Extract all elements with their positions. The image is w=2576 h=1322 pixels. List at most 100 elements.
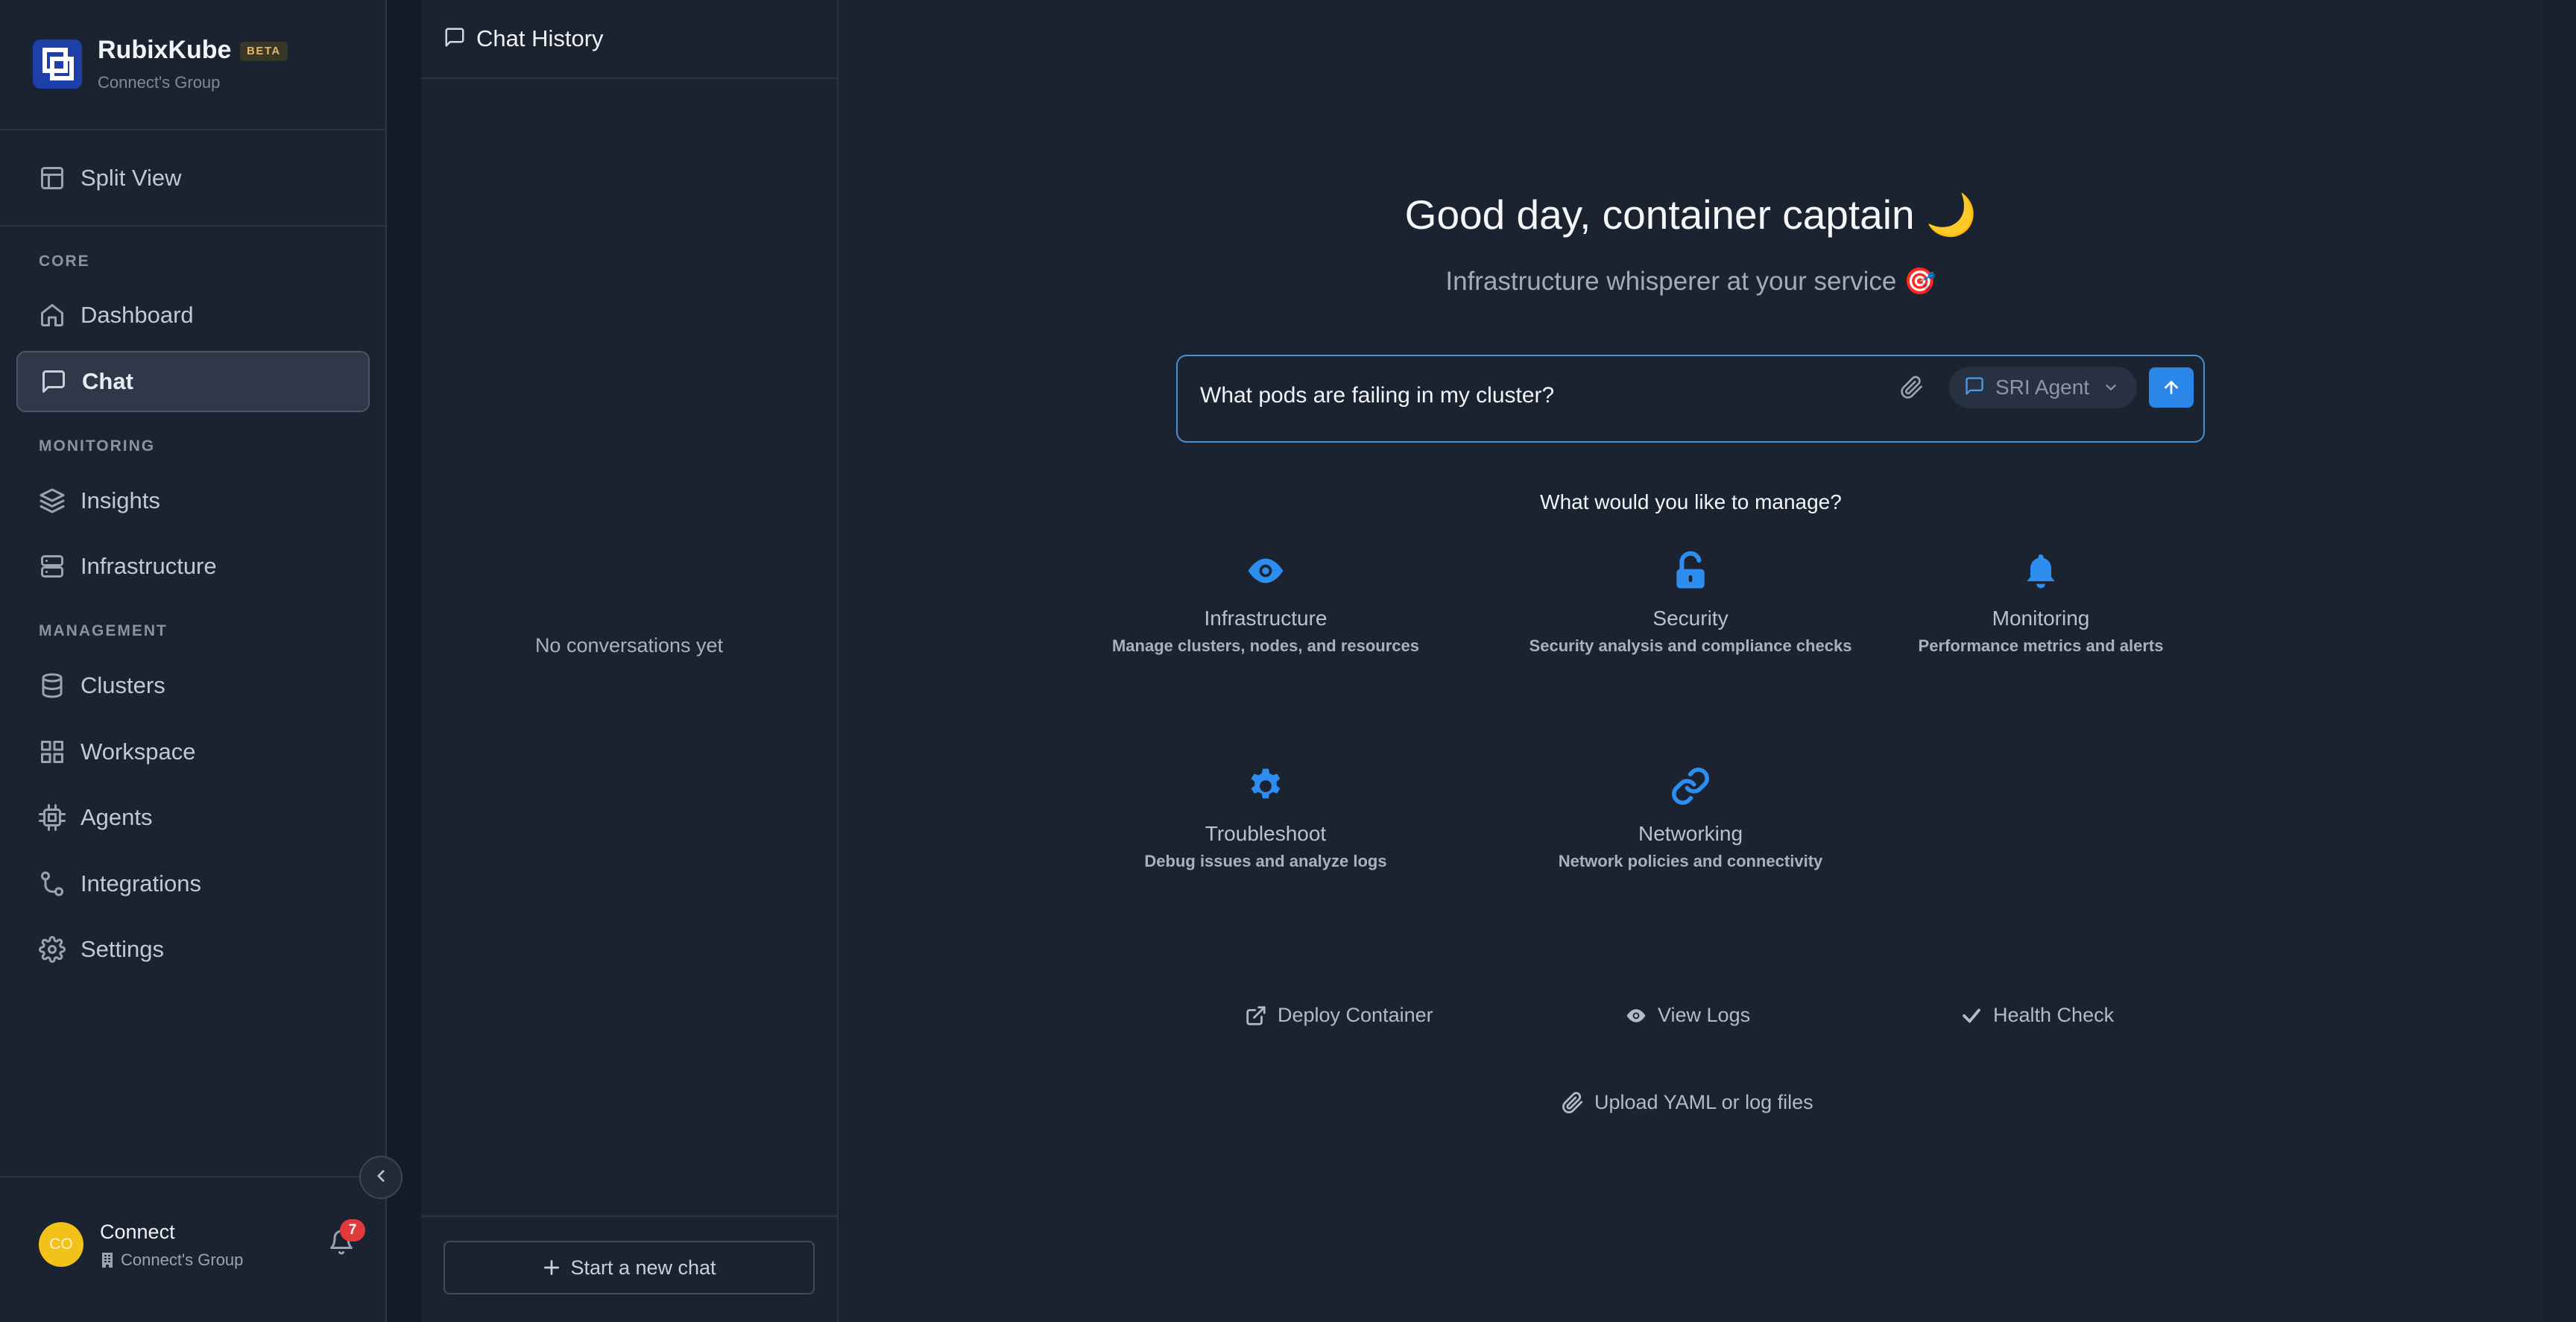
sidebar-item-label: Infrastructure <box>80 553 217 579</box>
split-view-button[interactable]: Split View <box>16 151 370 206</box>
card-title: Troubleshoot <box>1205 822 1327 845</box>
deploy-container-label: Deploy Container <box>1278 1004 1433 1026</box>
chat-icon <box>1964 376 1985 400</box>
divider <box>0 225 385 227</box>
sidebar-item-label: Chat <box>82 368 133 394</box>
card-description: Debug issues and analyze logs <box>1144 852 1387 870</box>
paperclip-icon[interactable] <box>1900 376 1924 399</box>
sidebar-item-settings[interactable]: Settings <box>16 919 370 980</box>
sidebar-item-label: Dashboard <box>80 302 194 328</box>
collapse-sidebar-button[interactable] <box>359 1156 402 1199</box>
database-icon <box>39 672 66 699</box>
health-check-button[interactable]: Health Check <box>1960 1004 2114 1027</box>
health-check-label: Health Check <box>1993 1004 2115 1026</box>
brand-header: RubixKube BETA Connect's Group <box>0 0 385 130</box>
user-name: Connect <box>100 1221 175 1243</box>
section-title-management: MANAGEMENT <box>39 622 168 639</box>
card-description: Network policies and connectivity <box>1558 852 1823 870</box>
layout-icon <box>39 165 66 192</box>
split-view-label: Split View <box>80 165 182 191</box>
upload-files-label: Upload YAML or log files <box>1594 1091 1813 1113</box>
rubixkube-logo-icon[interactable] <box>33 39 82 89</box>
card-description: Security analysis and compliance checks <box>1529 636 1852 655</box>
building-icon <box>100 1252 115 1268</box>
card-title: Monitoring <box>1992 607 2090 630</box>
route-icon <box>39 870 66 897</box>
sidebar-item-insights[interactable]: Insights <box>16 470 370 531</box>
link-icon <box>1670 765 1711 807</box>
start-new-chat-button[interactable]: Start a new chat <box>443 1241 815 1294</box>
card-security[interactable]: Security Security analysis and complianc… <box>1519 550 1862 669</box>
upload-files-button[interactable]: Upload YAML or log files <box>1562 1091 1813 1114</box>
card-infrastructure[interactable]: Infrastructure Manage clusters, nodes, a… <box>1094 550 1437 669</box>
cpu-icon <box>39 804 66 831</box>
arrow-up-icon <box>2165 381 2178 394</box>
sidebar-item-label: Insights <box>80 487 160 513</box>
eye-icon <box>1626 1008 1646 1022</box>
chat-history-header: Chat History <box>421 0 837 79</box>
card-monitoring[interactable]: Monitoring Performance metrics and alert… <box>1869 550 2212 669</box>
agent-selector[interactable]: SRI Agent <box>1949 367 2137 408</box>
user-group-label: Connect's Group <box>121 1250 244 1269</box>
brand-subtitle: Connect's Group <box>98 73 221 92</box>
card-title: Networking <box>1638 822 1743 845</box>
card-title: Security <box>1652 607 1729 630</box>
agent-selector-label: SRI Agent <box>1995 376 2090 399</box>
layers-icon <box>39 487 66 514</box>
view-logs-label: View Logs <box>1658 1004 1751 1026</box>
divider <box>421 1215 837 1217</box>
avatar[interactable]: CO <box>39 1222 83 1267</box>
sidebar: RubixKube BETA Connect's Group Split Vie… <box>0 0 387 1322</box>
chat-input[interactable] <box>1200 379 1871 413</box>
sidebar-item-label: Agents <box>80 804 153 830</box>
external-link-icon <box>1246 1005 1266 1025</box>
gutter <box>387 0 421 1322</box>
chevron-down-icon <box>2089 376 2119 399</box>
sidebar-item-dashboard[interactable]: Dashboard <box>16 285 370 346</box>
user-group: Connect's Group <box>100 1250 243 1270</box>
greeting-title: Good day, container captain 🌙 <box>1404 192 1977 238</box>
main-chat-area: Good day, container captain 🌙 Infrastruc… <box>839 0 2543 1322</box>
bell-icon <box>2020 550 2062 592</box>
view-logs-button[interactable]: View Logs <box>1625 1004 1750 1027</box>
sidebar-item-clusters[interactable]: Clusters <box>16 655 370 716</box>
chevron-left-icon <box>371 1166 391 1189</box>
chat-icon <box>40 368 67 395</box>
chat-history-title: Chat History <box>476 25 604 51</box>
sidebar-item-label: Integrations <box>80 870 201 896</box>
chat-history-panel: Chat History No conversations yet Start … <box>421 0 839 1322</box>
card-description: Performance metrics and alerts <box>1918 636 2164 655</box>
manage-prompt: What would you like to manage? <box>1540 490 1842 513</box>
card-networking[interactable]: Networking Network policies and connecti… <box>1519 765 1862 885</box>
card-troubleshoot[interactable]: Troubleshoot Debug issues and analyze lo… <box>1094 765 1437 885</box>
home-icon <box>39 302 66 329</box>
brand-name: RubixKube <box>98 36 232 64</box>
card-description: Manage clusters, nodes, and resources <box>1111 636 1420 655</box>
notification-count-badge: 7 <box>340 1219 365 1242</box>
sidebar-item-infrastructure[interactable]: Infrastructure <box>16 536 370 597</box>
check-icon <box>1963 1008 1980 1022</box>
section-title-core: CORE <box>39 253 90 270</box>
beta-badge: BETA <box>240 42 288 61</box>
server-icon <box>39 553 66 580</box>
sidebar-item-integrations[interactable]: Integrations <box>16 853 370 914</box>
plus-icon <box>544 1259 560 1276</box>
eye-icon <box>1245 550 1287 592</box>
sidebar-item-label: Workspace <box>80 739 196 765</box>
gear-icon <box>1245 765 1287 807</box>
card-title: Infrastructure <box>1204 607 1328 630</box>
lock-open-icon <box>1670 550 1711 592</box>
paperclip-icon <box>1562 1091 1583 1113</box>
chat-icon <box>443 26 476 52</box>
deploy-container-button[interactable]: Deploy Container <box>1245 1004 1433 1027</box>
sidebar-item-chat[interactable]: Chat <box>16 351 370 412</box>
sidebar-item-label: Settings <box>80 936 165 962</box>
sidebar-item-label: Clusters <box>80 672 165 698</box>
greeting-subtitle: Infrastructure whisperer at your service… <box>1445 267 1936 296</box>
gear-icon <box>39 936 66 963</box>
divider <box>0 1176 385 1177</box>
send-button[interactable] <box>2149 367 2194 408</box>
sidebar-item-workspace[interactable]: Workspace <box>16 721 370 782</box>
sidebar-item-agents[interactable]: Agents <box>16 787 370 848</box>
empty-state-message: No conversations yet <box>534 634 724 657</box>
